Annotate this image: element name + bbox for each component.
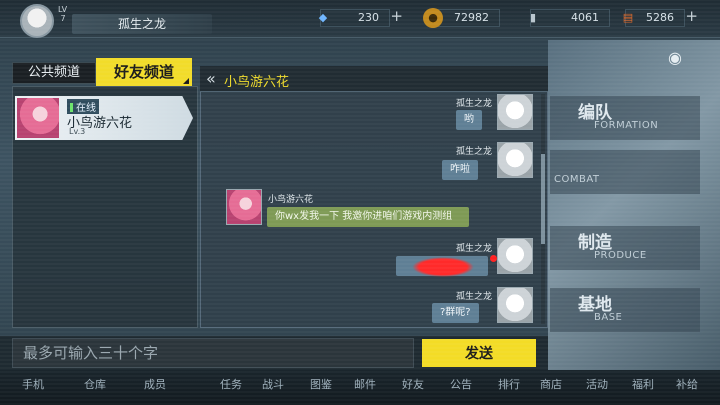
unread-dot xyxy=(490,255,497,262)
nav-events[interactable]: 活动 xyxy=(586,376,608,392)
message-sender: 小鸟游六花 xyxy=(268,195,314,205)
chat-title: 小鸟游六花 xyxy=(224,75,290,90)
resource-oil: ▮ 4061 xyxy=(530,9,610,27)
message-bubble: 咋啦 xyxy=(442,160,478,180)
self-avatar[interactable] xyxy=(497,94,533,130)
self-avatar[interactable] xyxy=(497,142,533,178)
nav-shop[interactable]: 商店 xyxy=(540,376,562,392)
self-avatar[interactable] xyxy=(497,287,533,323)
tab-friends-channel[interactable]: 好友频道 xyxy=(96,58,192,86)
nav-codex[interactable]: 图鉴 xyxy=(310,376,332,392)
player-name: 孤生之龙 xyxy=(72,14,212,34)
ammo-icon: ▤ xyxy=(622,11,634,24)
nav-friends[interactable]: 好友 xyxy=(402,376,424,392)
message-sender: 孤生之龙 xyxy=(456,244,493,254)
nav-announcements[interactable]: 公告 xyxy=(450,376,472,392)
message-bubble: 你wx发我一下 我邀你进咱们游戏内测组 xyxy=(267,207,469,227)
message-sender: 孤生之龙 xyxy=(456,147,493,157)
nav-rankings[interactable]: 排行 xyxy=(498,376,520,392)
diamond-icon: ◆ xyxy=(318,11,328,24)
menu-produce[interactable]: 制造 PRODUCE xyxy=(550,226,700,270)
add-resource-button[interactable]: + xyxy=(685,8,698,24)
nav-welfare[interactable]: 福利 xyxy=(632,376,654,392)
message-sender: 孤生之龙 xyxy=(456,292,493,302)
add-diamond-button[interactable]: + xyxy=(390,8,403,24)
nav-warehouse[interactable]: 仓库 xyxy=(84,376,106,392)
player-level: LV 7 xyxy=(58,5,68,23)
redaction-mark xyxy=(412,257,474,277)
player-avatar[interactable] xyxy=(20,4,54,38)
scrollbar-thumb[interactable] xyxy=(541,154,545,244)
resource-ammo: ▤ 5286 + xyxy=(623,8,698,27)
menu-base[interactable]: 基地 BASE xyxy=(550,288,700,332)
tab-public-channel[interactable]: 公共频道 xyxy=(12,62,96,84)
self-avatar[interactable] xyxy=(497,238,533,274)
friend-avatar[interactable] xyxy=(226,189,262,225)
friend-level: Lv.3 xyxy=(69,127,86,136)
top-bar: LV 7 孤生之龙 ◆ 230 + ● 72982 ▮ 4061 ▤ 5286 … xyxy=(0,0,720,38)
coin-icon: ● xyxy=(423,8,443,28)
resource-coin: ● 72982 xyxy=(423,8,500,28)
nav-mail[interactable]: 邮件 xyxy=(354,376,376,392)
menu-formation[interactable]: 编队 FORMATION xyxy=(550,96,700,140)
chat-input[interactable] xyxy=(12,338,414,368)
menu-combat[interactable]: COMBAT xyxy=(550,150,700,194)
resource-diamond: ◆ 230 + xyxy=(319,8,403,27)
nav-tasks[interactable]: 任务 xyxy=(220,376,242,392)
chat-scrollbar[interactable] xyxy=(541,94,545,324)
online-indicator-icon xyxy=(70,103,73,112)
oil-icon: ▮ xyxy=(529,11,537,24)
message-bubble: ?群呢? xyxy=(432,303,479,323)
nav-battle[interactable]: 战斗 xyxy=(262,376,284,392)
back-chevron-icon[interactable]: « xyxy=(206,69,216,88)
send-button[interactable]: 发送 xyxy=(422,339,536,367)
nav-supply[interactable]: 补给 xyxy=(676,376,698,392)
nav-phone[interactable]: 手机 xyxy=(22,376,44,392)
friend-avatar xyxy=(17,98,59,138)
friend-list-item[interactable]: 在线 小鸟游六花 Lv.3 xyxy=(15,96,193,140)
eye-icon[interactable]: ◉ xyxy=(668,48,682,67)
nav-members[interactable]: 成员 xyxy=(144,376,166,392)
message-sender: 孤生之龙 xyxy=(456,99,493,109)
message-bubble: 哟 xyxy=(456,110,482,130)
